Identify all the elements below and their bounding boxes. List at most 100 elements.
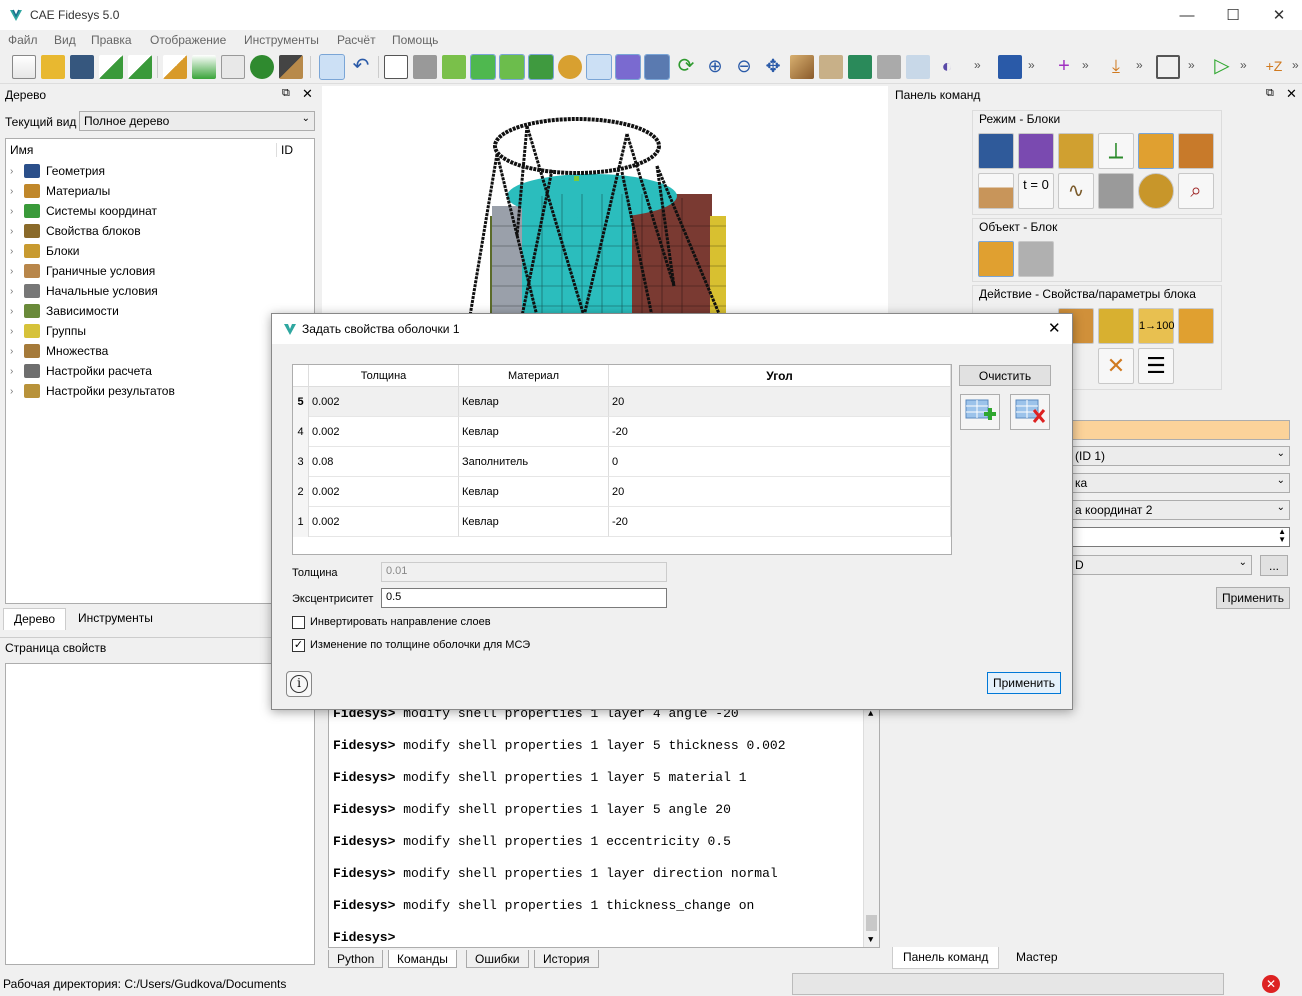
toolbar-chevron[interactable]: » (974, 58, 981, 72)
command-apply-button[interactable]: Применить (1216, 587, 1290, 609)
column-header-angle[interactable]: Угол (609, 365, 951, 387)
tree-item[interactable]: › Системы координат (10, 201, 157, 221)
explode-icon[interactable] (906, 55, 930, 79)
menu-file[interactable]: Файл (8, 33, 38, 47)
refresh-icon[interactable]: ⟳ (674, 55, 698, 79)
dialog-apply-button[interactable]: Применить (987, 672, 1061, 694)
transparency-icon[interactable]: ◐ (935, 55, 959, 79)
minimize-button[interactable]: — (1164, 0, 1210, 30)
clear-button[interactable]: Очистить (959, 365, 1051, 386)
thickness-change-checkbox[interactable]: ✓ (292, 639, 305, 652)
transparent-cube-icon[interactable] (877, 55, 901, 79)
expand-arrow-icon[interactable]: › (10, 206, 24, 217)
cell-angle[interactable]: -20 (609, 417, 951, 447)
menu-view[interactable]: Вид (54, 33, 76, 47)
close-panel-icon[interactable]: ✕ (302, 86, 313, 102)
group-icon[interactable] (998, 55, 1022, 79)
spin-field[interactable]: ▲ ▼ (1070, 527, 1290, 547)
float-icon[interactable]: ⧉ (1266, 87, 1274, 100)
blocks-mode-icon[interactable] (1138, 133, 1174, 169)
open-folder-icon[interactable] (41, 55, 65, 79)
expand-arrow-icon[interactable]: › (10, 246, 24, 257)
menu-help[interactable]: Помощь (392, 33, 438, 47)
shape-select[interactable]: ка ⌄ (1070, 473, 1290, 493)
menu-tools[interactable]: Инструменты (244, 33, 319, 47)
fit-view-icon[interactable]: ✥ (761, 55, 785, 79)
error-indicator-icon[interactable]: ✕ (1262, 975, 1280, 993)
boundary-conditions-icon[interactable] (978, 173, 1014, 209)
tree-item[interactable]: › Геометрия (10, 161, 105, 181)
coordinate-system-select[interactable]: а координат 2 ⌄ (1070, 500, 1290, 520)
tree-item[interactable]: › Группы (10, 321, 86, 341)
dependencies-icon[interactable]: ∿ (1058, 173, 1094, 209)
maximize-button[interactable]: ☐ (1210, 0, 1256, 30)
geometry-mode-icon[interactable] (978, 133, 1014, 169)
solid-view-icon[interactable] (470, 54, 496, 80)
run-script-icon[interactable] (192, 55, 216, 79)
tab-tools[interactable]: Инструменты (68, 608, 163, 630)
cell-thickness[interactable]: 0.002 (309, 387, 459, 417)
info-button[interactable]: i (286, 671, 312, 697)
tree-item[interactable]: › Настройки результатов (10, 381, 175, 401)
close-dialog-icon[interactable]: ✕ (1048, 319, 1061, 337)
cell-material[interactable]: Кевлар (459, 417, 609, 447)
save-icon[interactable] (70, 55, 94, 79)
calculation-settings-icon[interactable] (1098, 173, 1134, 209)
zoom-in-icon[interactable]: ⊕ (703, 55, 727, 79)
delete-action-icon[interactable]: ✕ (1098, 348, 1134, 384)
expand-arrow-icon[interactable]: › (10, 226, 24, 237)
menu-edit[interactable]: Правка (91, 33, 132, 47)
tab-errors[interactable]: Ошибки (466, 950, 529, 968)
mesh-view-icon[interactable] (528, 54, 554, 80)
current-view-select[interactable]: Полное дерево ⌄ (79, 111, 315, 131)
close-window-button[interactable]: ✕ (1256, 0, 1302, 30)
tab-history[interactable]: История (534, 950, 599, 968)
material-mode-icon[interactable] (1058, 133, 1094, 169)
scroll-down-icon[interactable]: ▼ (868, 935, 873, 945)
cell-thickness[interactable]: 0.002 (309, 507, 459, 537)
expand-arrow-icon[interactable]: › (10, 286, 24, 297)
cell-thickness[interactable]: 0.002 (309, 477, 459, 507)
toolbar-chevron[interactable]: » (1188, 58, 1195, 72)
spin-arrows-icon[interactable]: ▲ ▼ (1278, 528, 1286, 544)
measure-icon[interactable] (1156, 55, 1180, 79)
column-header-material[interactable]: Материал (459, 365, 609, 387)
tab-commands[interactable]: Команды (388, 950, 457, 968)
cell-material[interactable]: Кевлар (459, 387, 609, 417)
select-pointer-icon[interactable] (319, 54, 345, 80)
toolbar-chevron[interactable]: » (1136, 58, 1143, 72)
browse-button[interactable]: ... (1260, 555, 1288, 576)
mesh-mode-icon[interactable] (1018, 133, 1054, 169)
edit-script-icon[interactable] (163, 55, 187, 79)
expand-arrow-icon[interactable]: › (10, 266, 24, 277)
scroll-up-icon[interactable]: ▲ (868, 709, 873, 719)
block-object-icon[interactable] (978, 241, 1014, 277)
cell-thickness[interactable]: 0.08 (309, 447, 459, 477)
toolbar-chevron[interactable]: » (1240, 58, 1247, 72)
inspect-icon[interactable]: ⌕ (1178, 173, 1214, 209)
tree-item[interactable]: › Граничные условия (10, 261, 155, 281)
id-icon[interactable] (221, 55, 245, 79)
expand-arrow-icon[interactable]: › (10, 326, 24, 337)
axis-z-icon[interactable]: +Z (1262, 55, 1286, 79)
cell-angle[interactable]: 0 (609, 447, 951, 477)
cell-angle[interactable]: 20 (609, 387, 951, 417)
menu-calculation[interactable]: Расчёт (337, 33, 376, 47)
add-layer-button[interactable] (960, 394, 1000, 430)
expand-arrow-icon[interactable]: › (10, 166, 24, 177)
block-calc-icon[interactable] (1018, 241, 1054, 277)
close-panel-icon[interactable]: ✕ (1286, 86, 1297, 102)
expand-arrow-icon[interactable]: › (10, 386, 24, 397)
eccentricity-field[interactable]: 0.5 (381, 588, 667, 608)
hammer-icon[interactable] (279, 55, 303, 79)
tab-tree[interactable]: Дерево (3, 608, 67, 630)
list-icon[interactable]: ☰ (1138, 348, 1174, 384)
expand-arrow-icon[interactable]: › (10, 186, 24, 197)
cell-angle[interactable]: -20 (609, 507, 951, 537)
wireframe-view-icon[interactable] (384, 55, 408, 79)
axes-view-icon[interactable] (586, 54, 612, 80)
menu-display[interactable]: Отображение (150, 33, 226, 47)
dimension-select[interactable]: D ⌄ (1070, 555, 1252, 575)
block-select[interactable]: (ID 1) ⌄ (1070, 446, 1290, 466)
tree-item[interactable]: › Настройки расчета (10, 361, 152, 381)
